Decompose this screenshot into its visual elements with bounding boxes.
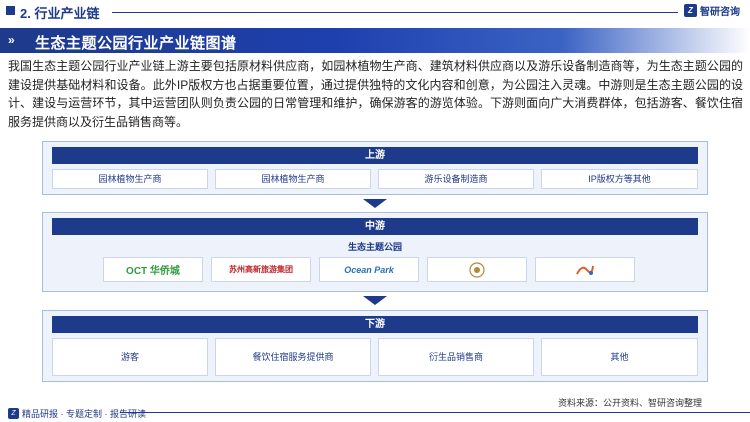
midstream-subtitle: 生态主题公园: [347, 242, 402, 252]
midstream-panel: 中游 生态主题公园 OCT 华侨城 苏州高新旅游集团 Ocean Park: [42, 212, 708, 292]
brand-name: 智研咨询: [700, 7, 740, 18]
upstream-item: 园林植物生产商: [52, 169, 208, 189]
downstream-panel: 下游 游客 餐饮住宿服务提供商 衍生品销售商 其他: [42, 310, 708, 382]
downstream-item: 游客: [52, 338, 208, 376]
down-arrow-icon: [363, 199, 387, 208]
section-marker-icon: [6, 6, 15, 15]
company-logo-ocean-park: Ocean Park: [319, 257, 419, 282]
upstream-panel: 上游 园林植物生产商 园林植物生产商 游乐设备制造商 IP版权方等其他: [42, 141, 708, 195]
top-bar: 2. 行业产业链 Z 智研咨询: [0, 0, 750, 22]
footer-tagline-text: 精品研报 · 专题定制 · 报告研读: [22, 409, 146, 419]
footer-rule: [120, 412, 750, 413]
footer-tagline: Z 精品研报 · 专题定制 · 报告研读: [8, 407, 146, 420]
swirl-logo-icon: [576, 265, 594, 275]
company-logo-suzhou-gaoxin: 苏州高新旅游集团: [211, 257, 311, 282]
downstream-item: 其他: [541, 338, 698, 376]
upstream-item: 园林植物生产商: [215, 169, 371, 189]
down-arrow-icon: [363, 296, 387, 305]
upstream-item: 游乐设备制造商: [378, 169, 534, 189]
company-logo-swirl: [535, 257, 635, 282]
brand-logo: Z 智研咨询: [684, 3, 740, 18]
midstream-header: 中游: [52, 218, 698, 235]
upstream-item: IP版权方等其他: [541, 169, 698, 189]
double-chevron-icon: »: [8, 33, 15, 47]
header-rule: [112, 12, 678, 13]
page-title: 生态主题公园行业产业链图谱: [35, 35, 237, 52]
footer-brand-icon: Z: [8, 408, 19, 419]
downstream-item: 餐饮住宿服务提供商: [215, 338, 371, 376]
brand-mark-icon: Z: [684, 4, 697, 17]
upstream-header: 上游: [52, 147, 698, 164]
downstream-item: 衍生品销售商: [378, 338, 534, 376]
downstream-header: 下游: [52, 316, 698, 333]
intro-paragraph: 我国生态主题公园行业产业链上游主要包括原材料供应商，如园林植物生产商、建筑材料供…: [8, 59, 743, 129]
source-note: 资料来源：公开资料、智研咨询整理: [558, 398, 703, 408]
seal-logo-icon: [469, 261, 485, 278]
company-logo-oct: OCT 华侨城: [103, 257, 203, 282]
section-title: 2. 行业产业链: [20, 6, 100, 21]
company-logo-seal: [427, 257, 527, 282]
title-banner: » 生态主题公园行业产业链图谱: [0, 28, 750, 53]
